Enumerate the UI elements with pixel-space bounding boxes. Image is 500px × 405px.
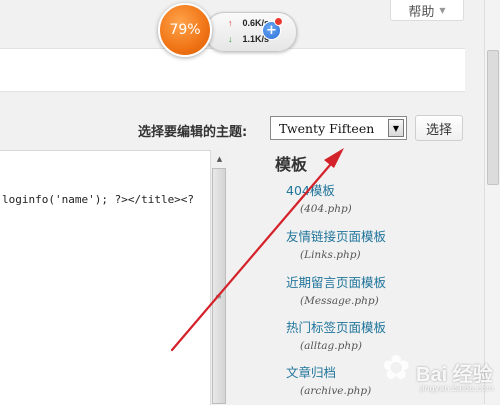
watermark-subtext: jingyan.baidu.com — [420, 384, 494, 393]
watermark: ✿ Bai 经验 jingyan.baidu.com — [382, 348, 500, 404]
annotation-arrow — [170, 148, 344, 352]
watermark-text: Bai 经验 — [416, 364, 493, 386]
annotation-arrow-head — [324, 148, 344, 168]
annotation-arrow-shaft — [170, 156, 338, 352]
